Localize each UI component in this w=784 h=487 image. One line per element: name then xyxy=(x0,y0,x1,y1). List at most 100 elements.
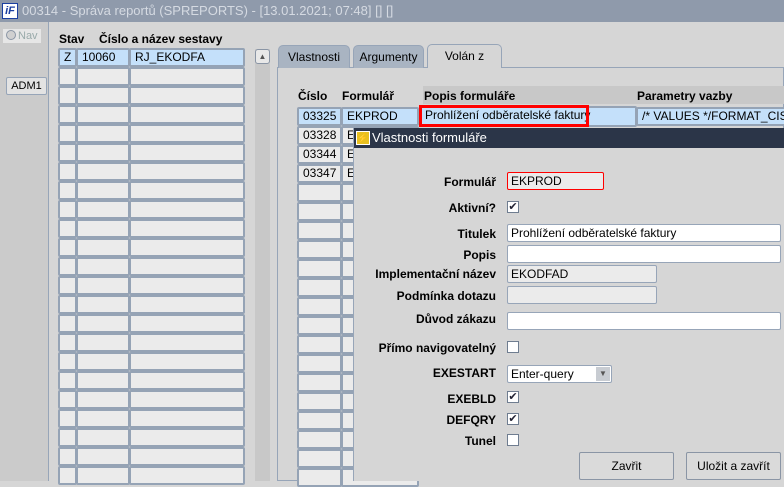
called-cislo-cell[interactable] xyxy=(297,354,342,373)
report-stav-cell[interactable] xyxy=(58,409,77,428)
report-cislo-cell[interactable] xyxy=(76,333,130,352)
scrollbar[interactable] xyxy=(255,49,270,481)
called-cislo-cell[interactable] xyxy=(297,335,342,354)
called-cislo-cell[interactable] xyxy=(297,468,342,487)
report-stav-cell[interactable] xyxy=(58,352,77,371)
duvod-field[interactable] xyxy=(507,312,781,330)
called-cislo-cell[interactable] xyxy=(297,316,342,335)
report-nazev-cell[interactable] xyxy=(129,238,245,257)
report-nazev-cell[interactable] xyxy=(129,352,245,371)
popis-field[interactable] xyxy=(507,245,781,263)
report-nazev-cell[interactable] xyxy=(129,314,245,333)
called-cislo-cell[interactable] xyxy=(297,411,342,430)
report-cislo-cell[interactable] xyxy=(76,409,130,428)
titulek-field[interactable]: Prohlížení odběratelské faktury xyxy=(507,224,781,242)
report-stav-cell[interactable] xyxy=(58,428,77,447)
report-stav-cell[interactable] xyxy=(58,238,77,257)
report-nazev-cell[interactable] xyxy=(129,200,245,219)
report-cislo-cell[interactable] xyxy=(76,105,130,124)
report-nazev-cell[interactable] xyxy=(129,276,245,295)
report-nazev-cell[interactable] xyxy=(129,333,245,352)
report-cislo-cell[interactable] xyxy=(76,314,130,333)
report-nazev-cell[interactable] xyxy=(129,390,245,409)
report-stav-cell[interactable] xyxy=(58,314,77,333)
report-stav-cell[interactable] xyxy=(58,86,77,105)
report-cislo-cell[interactable] xyxy=(76,428,130,447)
report-nazev-cell[interactable] xyxy=(129,124,245,143)
report-stav-cell[interactable] xyxy=(58,390,77,409)
scroll-up-icon[interactable]: ▲ xyxy=(255,49,270,64)
report-nazev-cell[interactable] xyxy=(129,295,245,314)
report-nazev-cell[interactable]: RJ_EKODFA xyxy=(129,48,245,67)
tab-argumenty[interactable]: Argumenty xyxy=(353,45,424,68)
report-nazev-cell[interactable] xyxy=(129,67,245,86)
report-cislo-cell[interactable] xyxy=(76,67,130,86)
called-parametry-cell[interactable]: /* VALUES */FORMAT_CISLA: xyxy=(636,107,784,126)
called-cislo-cell[interactable] xyxy=(297,259,342,278)
report-stav-cell[interactable] xyxy=(58,143,77,162)
called-cislo-cell[interactable] xyxy=(297,373,342,392)
report-stav-cell[interactable] xyxy=(58,447,77,466)
report-stav-cell[interactable] xyxy=(58,276,77,295)
report-cislo-cell[interactable] xyxy=(76,295,130,314)
report-cislo-cell[interactable] xyxy=(76,124,130,143)
called-cislo-cell[interactable] xyxy=(297,221,342,240)
report-stav-cell[interactable] xyxy=(58,181,77,200)
called-cislo-cell[interactable] xyxy=(297,297,342,316)
called-cislo-cell[interactable] xyxy=(297,183,342,202)
report-cislo-cell[interactable] xyxy=(76,143,130,162)
called-cislo-cell[interactable]: 03325 xyxy=(297,107,342,126)
report-stav-cell[interactable] xyxy=(58,219,77,238)
report-nazev-cell[interactable] xyxy=(129,105,245,124)
report-stav-cell[interactable] xyxy=(58,162,77,181)
report-nazev-cell[interactable] xyxy=(129,466,245,485)
adm1-button[interactable]: ADM1 xyxy=(6,77,47,95)
nav-radio[interactable]: Nav xyxy=(3,29,41,43)
close-button[interactable]: Zavřit xyxy=(579,452,674,480)
report-nazev-cell[interactable] xyxy=(129,181,245,200)
report-nazev-cell[interactable] xyxy=(129,428,245,447)
exestart-select[interactable]: Enter-query ▼ xyxy=(507,365,612,383)
report-cislo-cell[interactable] xyxy=(76,219,130,238)
defqry-checkbox[interactable]: ✔ xyxy=(507,413,519,425)
report-cislo-cell[interactable] xyxy=(76,257,130,276)
save-close-button[interactable]: Uložit a zavřít xyxy=(686,452,781,480)
report-nazev-cell[interactable] xyxy=(129,219,245,238)
report-stav-cell[interactable]: Z xyxy=(58,48,77,67)
podminka-field[interactable] xyxy=(507,286,657,304)
called-cislo-cell[interactable]: 03328 xyxy=(297,126,342,145)
report-stav-cell[interactable] xyxy=(58,333,77,352)
report-cislo-cell[interactable] xyxy=(76,276,130,295)
called-formular-cell[interactable]: EKPROD xyxy=(341,107,419,126)
report-stav-cell[interactable] xyxy=(58,371,77,390)
report-nazev-cell[interactable] xyxy=(129,143,245,162)
called-cislo-cell[interactable]: 03344 xyxy=(297,145,342,164)
report-stav-cell[interactable] xyxy=(58,124,77,143)
called-cislo-cell[interactable] xyxy=(297,278,342,297)
report-stav-cell[interactable] xyxy=(58,67,77,86)
report-stav-cell[interactable] xyxy=(58,466,77,485)
report-cislo-cell[interactable] xyxy=(76,86,130,105)
report-nazev-cell[interactable] xyxy=(129,409,245,428)
called-cislo-cell[interactable] xyxy=(297,240,342,259)
called-cislo-cell[interactable] xyxy=(297,392,342,411)
report-cislo-cell[interactable] xyxy=(76,466,130,485)
primo-checkbox[interactable] xyxy=(507,341,519,353)
aktivni-checkbox[interactable]: ✔ xyxy=(507,201,519,213)
report-cislo-cell[interactable] xyxy=(76,238,130,257)
called-cislo-cell[interactable] xyxy=(297,449,342,468)
formular-field[interactable]: EKPROD xyxy=(507,172,604,190)
report-cislo-cell[interactable] xyxy=(76,447,130,466)
report-cislo-cell[interactable]: 10060 xyxy=(76,48,130,67)
report-nazev-cell[interactable] xyxy=(129,371,245,390)
report-stav-cell[interactable] xyxy=(58,295,77,314)
report-nazev-cell[interactable] xyxy=(129,162,245,181)
report-cislo-cell[interactable] xyxy=(76,181,130,200)
report-stav-cell[interactable] xyxy=(58,105,77,124)
called-cislo-cell[interactable] xyxy=(297,202,342,221)
report-nazev-cell[interactable] xyxy=(129,257,245,276)
impl-field[interactable]: EKODFAD xyxy=(507,265,657,283)
report-cislo-cell[interactable] xyxy=(76,200,130,219)
report-nazev-cell[interactable] xyxy=(129,86,245,105)
report-stav-cell[interactable] xyxy=(58,257,77,276)
